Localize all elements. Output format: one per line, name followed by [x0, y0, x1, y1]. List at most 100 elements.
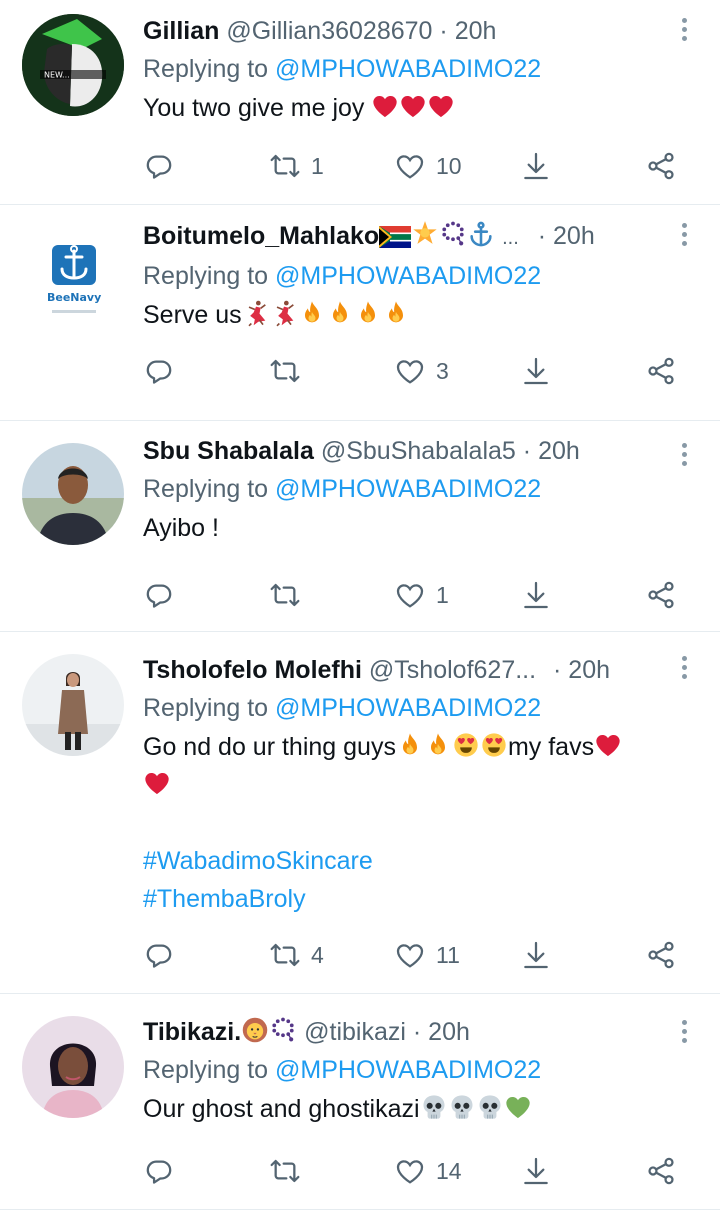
tweet-text-content: my favs [507, 733, 595, 761]
avatar[interactable] [22, 1016, 124, 1118]
like-count: 3 [436, 357, 449, 384]
avatar[interactable] [22, 443, 124, 545]
tweet-item[interactable]: NEW... Gillian @Gillian36028670 · 20h Re… [0, 0, 720, 205]
hashtag-link[interactable]: #WabadimoSkincare [143, 842, 708, 880]
download-button[interactable] [520, 146, 552, 186]
prayer-beads-icon [439, 220, 467, 248]
reply-button[interactable] [143, 146, 175, 186]
tweet-actions: 1 10 [143, 146, 700, 186]
heart-icon [394, 150, 426, 182]
more-options-icon[interactable] [682, 18, 690, 45]
share-icon [645, 939, 677, 971]
reply-icon [143, 939, 175, 971]
timestamp[interactable]: 20h [455, 17, 497, 45]
avatar[interactable] [22, 654, 124, 756]
share-button[interactable] [645, 935, 677, 975]
tweet-item[interactable]: Tibikazi. @tibikazi · 20h Replying to @M… [0, 994, 720, 1210]
retweet-button[interactable] [269, 351, 311, 391]
tweet-header: Tsholofelo Molefhi @Tsholof627... · 20h [143, 652, 680, 688]
fire-icon [354, 299, 382, 327]
reply-button[interactable] [143, 1151, 175, 1191]
reply-icon [143, 150, 175, 182]
reply-button[interactable] [143, 935, 175, 975]
reply-icon [143, 355, 175, 387]
mention-link[interactable]: @MPHOWABADIMO22 [275, 55, 541, 83]
share-button[interactable] [645, 146, 677, 186]
display-name[interactable]: Tibikazi. [143, 1018, 241, 1046]
user-handle[interactable]: @Gillian36028670 [226, 17, 432, 45]
skull-icon [476, 1093, 504, 1121]
hashtag-link[interactable]: #ThembaBroly [143, 880, 708, 918]
dancer-icon [242, 299, 270, 327]
tweet-header: Sbu Shabalala @SbuShabalala5 · 20h [143, 433, 680, 469]
download-button[interactable] [520, 1151, 552, 1191]
download-button[interactable] [520, 351, 552, 391]
separator-dot: · [412, 1018, 422, 1046]
reply-feed: NEW... Gillian @Gillian36028670 · 20h Re… [0, 0, 720, 1210]
share-button[interactable] [645, 575, 677, 615]
reply-button[interactable] [143, 351, 175, 391]
display-name[interactable]: Sbu Shabalala [143, 437, 314, 465]
retweet-button[interactable] [269, 1151, 311, 1191]
green-heart-icon [504, 1093, 532, 1121]
retweet-icon [269, 939, 301, 971]
user-handle[interactable]: @tibikazi [304, 1018, 406, 1046]
more-options-icon[interactable] [682, 223, 690, 250]
download-icon [520, 355, 552, 387]
download-icon [520, 150, 552, 182]
like-button[interactable]: 10 [394, 146, 462, 186]
fire-icon [298, 299, 326, 327]
like-button[interactable]: 3 [394, 351, 449, 391]
tweet-actions: 3 [143, 351, 700, 391]
avatar[interactable]: BeeNavy [22, 219, 124, 321]
mention-link[interactable]: @MPHOWABADIMO22 [275, 1056, 541, 1084]
display-name[interactable]: Boitumelo_Mahlako [143, 222, 379, 250]
lion-icon [241, 1016, 269, 1044]
skull-icon [448, 1093, 476, 1121]
separator-dot: · [439, 17, 448, 45]
timestamp[interactable]: 20h [568, 656, 610, 684]
avatar-image: NEW... [22, 14, 124, 116]
like-count: 10 [436, 152, 462, 179]
mention-link[interactable]: @MPHOWABADIMO22 [275, 262, 541, 290]
retweet-button[interactable]: 1 [269, 146, 324, 186]
more-options-icon[interactable] [682, 656, 690, 683]
display-name[interactable]: Tsholofelo Molefhi [143, 656, 362, 684]
timestamp[interactable]: 20h [553, 222, 595, 250]
tweet-item[interactable]: Tsholofelo Molefhi @Tsholof627... · 20h … [0, 632, 720, 994]
red-heart-icon [427, 92, 455, 120]
like-button[interactable]: 11 [394, 935, 460, 975]
reply-button[interactable] [143, 575, 175, 615]
timestamp[interactable]: 20h [428, 1018, 470, 1046]
tweet-text-content: Serve us [143, 301, 242, 329]
heart-eyes-icon [452, 731, 480, 759]
tweet-item[interactable]: Sbu Shabalala @SbuShabalala5 · 20h Reply… [0, 421, 720, 632]
retweet-button[interactable]: 4 [269, 935, 324, 975]
skull-icon [420, 1093, 448, 1121]
retweet-button[interactable] [269, 575, 311, 615]
mention-link[interactable]: @MPHOWABADIMO22 [275, 475, 541, 503]
name-ellipsis: ... [502, 227, 519, 249]
avatar[interactable]: NEW... [22, 14, 124, 116]
avatar-text: BeeNavy [47, 291, 101, 304]
retweet-count: 4 [311, 941, 324, 968]
user-handle[interactable]: @Tsholof627... [369, 656, 536, 684]
like-button[interactable]: 1 [394, 575, 449, 615]
mention-link[interactable]: @MPHOWABADIMO22 [275, 694, 541, 722]
more-options-icon[interactable] [682, 443, 690, 470]
tweet-text: Our ghost and ghostikazi [143, 1090, 680, 1128]
tweet-item[interactable]: BeeNavy Boitumelo_Mahlako ... · 20h Repl… [0, 205, 720, 421]
like-button[interactable]: 14 [394, 1151, 462, 1191]
share-button[interactable] [645, 1151, 677, 1191]
retweet-icon [269, 579, 301, 611]
share-button[interactable] [645, 351, 677, 391]
user-handle[interactable]: @SbuShabalala5 [321, 437, 516, 465]
separator-dot: · [553, 656, 562, 684]
display-name[interactable]: Gillian [143, 17, 219, 45]
download-button[interactable] [520, 575, 552, 615]
timestamp[interactable]: 20h [538, 437, 580, 465]
red-heart-icon [399, 92, 427, 120]
more-options-icon[interactable] [682, 1020, 690, 1047]
tweet-actions: 1 [143, 575, 700, 615]
download-button[interactable] [520, 935, 552, 975]
